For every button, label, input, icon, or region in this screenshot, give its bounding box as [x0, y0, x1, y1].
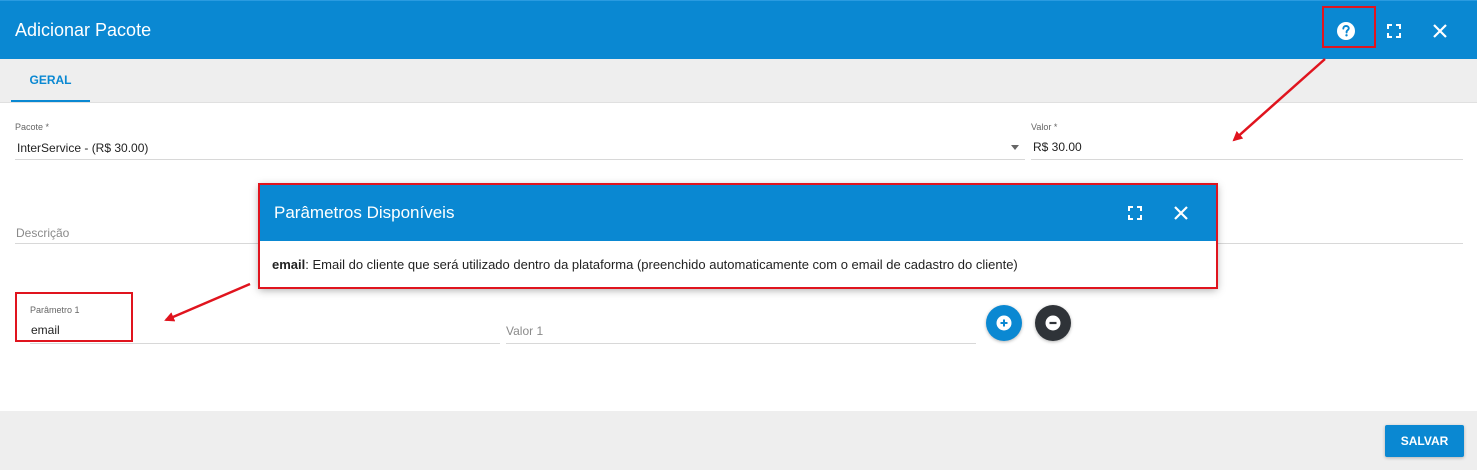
param-name: email [272, 257, 306, 272]
value-1-field[interactable]: Valor 1 [506, 324, 543, 338]
parameter-1-field[interactable]: email [31, 323, 60, 337]
add-package-dialog: Adicionar Pacote GERAL Pacote * InterSer… [0, 0, 1477, 470]
popup-close-icon[interactable] [1166, 198, 1196, 228]
parameters-popup: Parâmetros Disponíveis email: Email do c… [259, 184, 1217, 288]
value-field[interactable]: R$ 30.00 [1033, 140, 1082, 154]
tab-geral[interactable]: GERAL [11, 59, 90, 102]
parameter-1-label: Parâmetro 1 [30, 305, 80, 315]
popup-expand-icon[interactable] [1120, 198, 1150, 228]
value-1-underline [506, 343, 976, 344]
dialog-footer [0, 411, 1477, 470]
save-button[interactable]: SALVAR [1385, 425, 1464, 457]
param-description: : Email do cliente que será utilizado de… [305, 257, 1018, 272]
dialog-title: Adicionar Pacote [15, 20, 152, 40]
plus-icon [996, 315, 1012, 331]
close-icon[interactable] [1421, 12, 1459, 50]
add-parameter-button[interactable] [986, 305, 1022, 341]
package-select[interactable]: InterService - (R$ 30.00) [17, 141, 148, 155]
dialog-header: Adicionar Pacote [0, 0, 1477, 59]
remove-parameter-button[interactable] [1035, 305, 1071, 341]
package-label: Pacote * [15, 122, 50, 132]
parameter-1-underline [30, 343, 500, 344]
arrow-to-parameter [164, 282, 251, 322]
tab-bar: GERAL [0, 59, 1477, 103]
popup-header: Parâmetros Disponíveis [259, 184, 1217, 241]
value-underline [1031, 159, 1463, 160]
chevron-down-icon[interactable] [1011, 145, 1019, 150]
value-label: Valor * [1031, 122, 1058, 132]
help-icon[interactable] [1327, 12, 1365, 50]
description-field[interactable]: Descrição [16, 226, 69, 240]
package-underline [15, 159, 1025, 160]
popup-body: email: Email do cliente que será utiliza… [272, 257, 1018, 272]
popup-title: Parâmetros Disponíveis [274, 203, 455, 222]
minus-icon [1045, 315, 1061, 331]
expand-icon[interactable] [1375, 12, 1413, 50]
